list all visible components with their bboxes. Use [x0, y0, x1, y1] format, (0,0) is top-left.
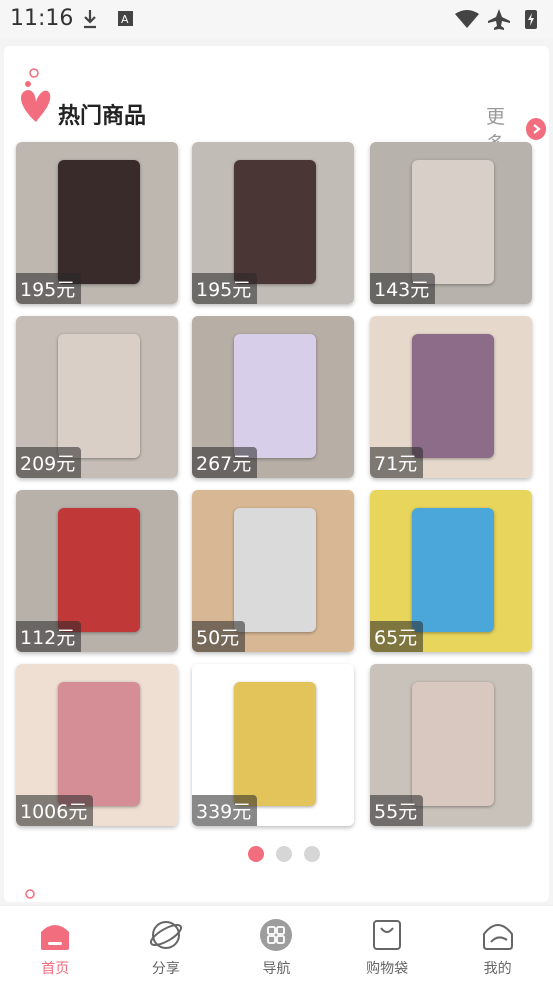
- product-photo: [58, 682, 140, 806]
- section-title: 热门商品: [58, 104, 147, 129]
- tab-label: 导航: [262, 961, 291, 977]
- status-time: 11:16: [10, 6, 74, 31]
- product-price: 195元: [16, 273, 82, 304]
- heart-decoration-icon: [25, 889, 35, 899]
- tab-profile[interactable]: 我的: [442, 906, 553, 984]
- product-card[interactable]: 195元: [192, 142, 354, 304]
- product-card[interactable]: 1006元: [16, 664, 178, 826]
- product-price: 65元: [370, 621, 424, 652]
- pager-dot[interactable]: [276, 846, 292, 862]
- status-bar: 11:16 A: [0, 0, 553, 38]
- section-header: 热门商品 更多: [16, 68, 546, 155]
- profile-icon: [481, 918, 515, 952]
- tab-label: 我的: [483, 961, 512, 977]
- status-icons-right: [453, 8, 543, 34]
- product-photo: [58, 160, 140, 284]
- tab-label: 购物袋: [366, 961, 409, 977]
- product-card[interactable]: 195元: [16, 142, 178, 304]
- product-card[interactable]: 50元: [192, 490, 354, 652]
- product-card[interactable]: 267元: [192, 316, 354, 478]
- product-photo: [412, 160, 494, 284]
- tab-share[interactable]: 分享: [111, 906, 222, 984]
- product-card[interactable]: 339元: [192, 664, 354, 826]
- wifi-icon: [455, 10, 479, 28]
- carousel-pager: [248, 846, 320, 862]
- product-price: 267元: [192, 447, 258, 478]
- product-card[interactable]: 112元: [16, 490, 178, 652]
- heart-decoration-icon: [21, 68, 51, 122]
- product-card[interactable]: 143元: [370, 142, 532, 304]
- product-price: 143元: [370, 273, 436, 304]
- product-price: 112元: [16, 621, 82, 652]
- bottom-tab-bar: 首页 分享 导航 购物袋 我的: [0, 905, 553, 984]
- home-icon: [38, 918, 72, 952]
- airplane-icon: [488, 9, 510, 30]
- shopping-bag-icon: [370, 918, 404, 952]
- pager-dot[interactable]: [248, 846, 264, 862]
- status-icons-left: A: [82, 8, 142, 34]
- product-photo: [412, 508, 494, 632]
- product-price: 71元: [370, 447, 424, 478]
- product-photo: [412, 682, 494, 806]
- tab-home[interactable]: 首页: [0, 906, 111, 984]
- pager-dot[interactable]: [304, 846, 320, 862]
- product-price: 50元: [192, 621, 246, 652]
- product-photo: [234, 160, 316, 284]
- product-photo: [234, 682, 316, 806]
- tab-label: 首页: [41, 961, 70, 977]
- tab-label: 分享: [151, 961, 180, 977]
- tab-shopping-bag[interactable]: 购物袋: [332, 906, 443, 984]
- svg-text:A: A: [121, 13, 129, 26]
- product-price: 195元: [192, 273, 258, 304]
- product-card[interactable]: 209元: [16, 316, 178, 478]
- product-price: 55元: [370, 795, 424, 826]
- product-card[interactable]: 71元: [370, 316, 532, 478]
- product-photo: [234, 508, 316, 632]
- tab-navigation[interactable]: 导航: [221, 906, 332, 984]
- chevron-right-icon: [526, 118, 546, 140]
- product-price: 339元: [192, 795, 258, 826]
- product-card[interactable]: 65元: [370, 490, 532, 652]
- product-photo: [58, 508, 140, 632]
- product-card[interactable]: 55元: [370, 664, 532, 826]
- hot-products-panel: 热门商品 更多 195元 195元: [4, 46, 549, 902]
- planet-icon: [149, 918, 183, 952]
- product-photo: [234, 334, 316, 458]
- product-price: 1006元: [16, 795, 94, 826]
- product-photo: [58, 334, 140, 458]
- product-price: 209元: [16, 447, 82, 478]
- download-icon: A: [84, 10, 133, 29]
- main-content: 热门商品 更多 195元 195元: [0, 38, 553, 905]
- product-photo: [412, 334, 494, 458]
- grid-icon: [259, 918, 293, 952]
